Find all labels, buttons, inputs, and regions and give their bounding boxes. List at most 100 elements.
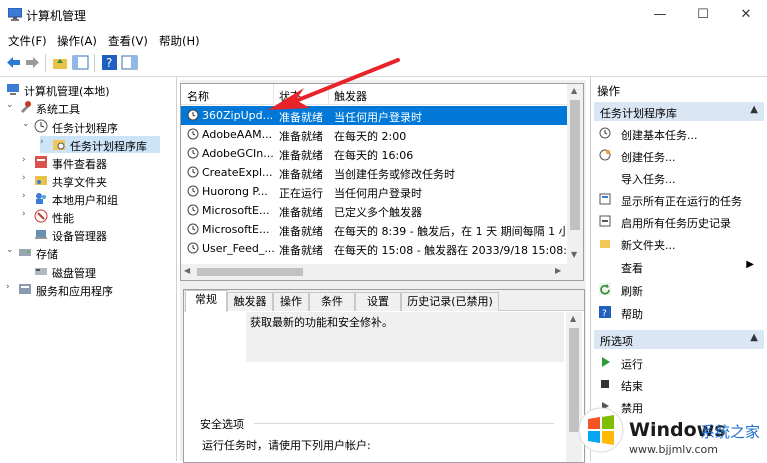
tree-label: 性能	[52, 212, 74, 225]
vertical-scrollbar[interactable]: ▲ ▼	[567, 84, 583, 264]
tree-node-services-applications[interactable]: › 服务和应用程序	[6, 281, 174, 298]
scroll-left-icon[interactable]: ◀	[184, 266, 190, 275]
action-end[interactable]: 结束	[597, 375, 762, 394]
tree-node-performance[interactable]: › 性能	[22, 208, 174, 225]
up-folder-icon[interactable]	[52, 54, 69, 71]
action-create-basic-task[interactable]: 创建基本任务...	[597, 124, 762, 143]
action-enable-history[interactable]: 启用所有任务历史记录	[597, 212, 762, 231]
expand-chevron-icon[interactable]: ›	[22, 173, 32, 183]
tree-node-task-scheduler-library[interactable]: › 任务计划程序库	[40, 136, 160, 153]
tab-conditions[interactable]: 条件	[309, 292, 355, 311]
column-header-name[interactable]: 名称	[187, 88, 209, 104]
action-create-task[interactable]: 创建任务...	[597, 146, 762, 165]
forward-arrow-icon[interactable]	[24, 54, 41, 71]
tab-general[interactable]: 常规	[185, 290, 227, 312]
minimize-button[interactable]: —	[640, 4, 680, 26]
menu-help[interactable]: 帮助(H)	[159, 33, 200, 49]
menu-view[interactable]: 查看(V)	[108, 33, 148, 49]
action-label: 结束	[621, 380, 643, 393]
menu-action[interactable]: 操作(A)	[57, 33, 97, 49]
scroll-thumb[interactable]	[570, 100, 580, 230]
scroll-down-icon[interactable]: ▼	[571, 250, 577, 259]
scroll-right-icon[interactable]: ▶	[555, 266, 561, 275]
create-task-icon	[599, 149, 611, 161]
description-box[interactable]: 获取最新的功能和安全修补。	[246, 312, 564, 362]
task-row[interactable]: MicrosoftE... 准备就绪 在每天的 8:39 - 触发后，在 1 天…	[181, 220, 567, 239]
action-show-running-tasks[interactable]: 显示所有正在运行的任务	[597, 190, 762, 209]
column-separator[interactable]	[273, 84, 274, 104]
show-action-pane-icon[interactable]	[121, 54, 138, 71]
performance-icon	[34, 209, 48, 223]
action-label: 新文件夹...	[621, 239, 676, 252]
column-separator[interactable]	[328, 84, 329, 104]
tree-label: 本地用户和组	[52, 194, 118, 207]
menu-bar: 文件(F) 操作(A) 查看(V) 帮助(H)	[0, 30, 767, 50]
scroll-up-icon[interactable]: ▲	[570, 314, 576, 323]
column-header-trigger[interactable]: 触发器	[334, 88, 367, 104]
task-row[interactable]: Huorong P... 正在运行 当任何用户登录时	[181, 182, 567, 201]
action-import-task[interactable]: 导入任务...	[597, 168, 762, 187]
tree-node-task-scheduler[interactable]: ⌄ 任务计划程序	[22, 118, 174, 135]
tab-triggers[interactable]: 触发器	[227, 292, 273, 311]
watermark-suffix: 系统之家	[700, 423, 761, 441]
show-hide-tree-icon[interactable]	[72, 54, 89, 71]
tree-node-local-users-groups[interactable]: › 本地用户和组	[22, 190, 174, 207]
horizontal-scrollbar[interactable]: ◀ ▶	[181, 264, 583, 280]
tree-node-shared-folders[interactable]: › 共享文件夹	[22, 172, 174, 189]
action-help[interactable]: ? 帮助	[597, 303, 762, 322]
navigation-tree: 计算机管理(本地) ⌄ 系统工具 ⌄ 任务计划程序 › 任务计划程序库 › 事件…	[0, 77, 177, 461]
scroll-thumb[interactable]	[197, 268, 303, 276]
help-icon[interactable]: ?	[101, 54, 118, 71]
tab-settings[interactable]: 设置	[355, 292, 401, 311]
task-row[interactable]: MicrosoftE... 准备就绪 已定义多个触发器	[181, 201, 567, 220]
tree-node-disk-management[interactable]: 磁盘管理	[22, 263, 174, 280]
expand-chevron-icon[interactable]: ›	[22, 155, 32, 165]
tree-node-event-viewer[interactable]: › 事件查看器	[22, 154, 174, 171]
task-name: AdobeAAM...	[202, 128, 273, 141]
task-row[interactable]: AdobeAAM... 准备就绪 在每天的 2:00	[181, 125, 567, 144]
task-status: 准备就绪	[279, 111, 323, 124]
action-label: 刷新	[621, 285, 643, 298]
group-label: 任务计划程序库	[600, 107, 677, 120]
toolbar: ?	[0, 50, 767, 77]
expand-chevron-icon[interactable]: ›	[40, 137, 50, 147]
task-status: 正在运行	[279, 187, 323, 200]
expand-chevron-icon[interactable]: ⌄	[6, 245, 16, 255]
expand-chevron-icon[interactable]: ›	[22, 209, 32, 219]
tab-history[interactable]: 历史记录(已禁用)	[401, 292, 499, 311]
action-refresh[interactable]: 刷新	[597, 280, 762, 299]
maximize-button[interactable]: ☐	[683, 4, 723, 26]
device-manager-icon	[35, 230, 47, 239]
group-label: 所选项	[600, 335, 633, 348]
tree-node-computer-management[interactable]: 计算机管理(本地)	[4, 81, 174, 98]
menu-file[interactable]: 文件(F)	[8, 33, 47, 49]
actions-group-library[interactable]: 任务计划程序库 ▲	[594, 102, 764, 121]
action-view[interactable]: 查看 ▶	[597, 257, 762, 276]
action-new-folder[interactable]: 新文件夹...	[597, 234, 762, 253]
svg-text:?: ?	[602, 309, 607, 318]
back-arrow-icon[interactable]	[5, 54, 22, 71]
expand-chevron-icon[interactable]: ›	[22, 191, 32, 201]
scroll-up-icon[interactable]: ▲	[571, 86, 577, 95]
actions-group-selected[interactable]: 所选项 ▲	[594, 330, 764, 349]
collapse-caret-icon[interactable]: ▲	[750, 104, 758, 115]
expand-chevron-icon[interactable]: ⌄	[22, 119, 32, 129]
tree-label: 磁盘管理	[52, 267, 96, 280]
task-row[interactable]: AdobeGCIn... 准备就绪 在每天的 16:06	[181, 144, 567, 163]
collapse-caret-icon[interactable]: ▲	[750, 332, 758, 343]
storage-icon	[19, 249, 31, 256]
tree-node-device-manager[interactable]: 设备管理器	[22, 226, 174, 243]
close-button[interactable]: ✕	[726, 4, 766, 26]
expand-chevron-icon[interactable]: ›	[6, 282, 16, 292]
task-name: AdobeGCIn...	[202, 147, 274, 160]
task-row[interactable]: User_Feed_... 准备就绪 在每天的 15:08 - 触发器在 203…	[181, 239, 567, 258]
action-run[interactable]: 运行	[597, 353, 762, 372]
task-row[interactable]: CreateExpl... 准备就绪 当创建任务或修改任务时	[181, 163, 567, 182]
tree-node-storage[interactable]: ⌄ 存储	[6, 244, 174, 261]
tab-actions[interactable]: 操作	[273, 292, 309, 311]
shared-folder-icon	[35, 176, 47, 185]
column-header-status[interactable]: 状态	[279, 88, 301, 104]
task-row[interactable]: 360ZipUpd... 准备就绪 当任何用户登录时	[181, 106, 567, 125]
expand-chevron-icon[interactable]: ⌄	[6, 100, 16, 110]
tree-node-system-tools[interactable]: ⌄ 系统工具	[6, 99, 174, 116]
